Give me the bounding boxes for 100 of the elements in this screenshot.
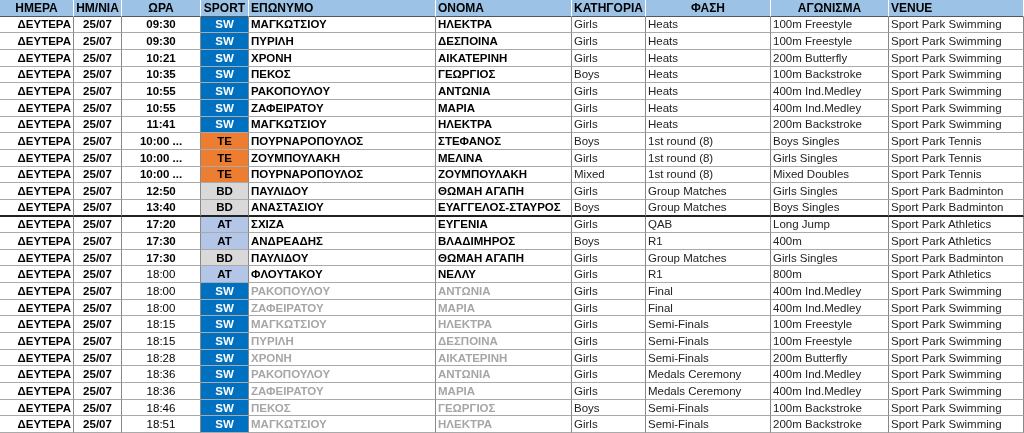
table-cell: Girls (572, 33, 646, 50)
table-cell: R1 (646, 266, 771, 284)
table-cell: 25/07 (74, 83, 122, 100)
sport-code: TE (201, 133, 249, 150)
table-cell: 400m Ind.Medley (771, 83, 889, 100)
table-cell: ΜΑΓΚΩΤΣΙΟΥ (249, 316, 436, 334)
table-cell: Sport Park Swimming (889, 83, 1024, 100)
table-cell: ΑΝΤΩΝΙΑ (436, 83, 572, 100)
table-cell: Medals Ceremony (646, 366, 771, 384)
table-cell: 25/07 (74, 233, 122, 250)
table-cell: ΔΕΥΤΕΡΑ (0, 416, 74, 433)
table-cell: ΔΕΥΤΕΡΑ (0, 233, 74, 250)
table-cell: 400m (771, 233, 889, 250)
table-cell: ΜΑΓΚΩΤΣΙΟΥ (249, 416, 436, 433)
table-cell: ΔΕΣΠΟΙΝΑ (436, 333, 572, 350)
sport-code: SW (201, 316, 249, 334)
table-cell: ΔΕΥΤΕΡΑ (0, 133, 74, 150)
table-cell: ΖΑΦΕΙΡΑΤΟΥ (249, 383, 436, 400)
column-header: ΕΠΩΝΥΜΟ (249, 0, 436, 17)
table-cell: ΑΝΤΩΝΙΑ (436, 283, 572, 300)
table-cell: ΦΛΟΥΤΑΚΟΥ (249, 266, 436, 284)
table-cell: 10:00 ... (122, 133, 201, 150)
sport-code: SW (201, 366, 249, 384)
table-cell: Girls (572, 366, 646, 384)
table-cell: Girls (572, 283, 646, 300)
table-cell: 12:50 (122, 183, 201, 200)
table-cell: Boys Singles (771, 133, 889, 150)
table-cell: ΔΕΥΤΕΡΑ (0, 266, 74, 284)
column-header: ΑΓΩΝΙΣΜΑ (771, 0, 889, 17)
table-cell: 18:15 (122, 333, 201, 350)
table-cell: 25/07 (74, 133, 122, 150)
sport-code: AT (201, 233, 249, 250)
table-cell: Group Matches (646, 183, 771, 200)
sport-code: SW (201, 416, 249, 433)
table-cell: 25/07 (74, 33, 122, 50)
table-cell: Girls (572, 416, 646, 433)
column-header: ΦΑΣΗ (646, 0, 771, 17)
table-cell: Girls (572, 383, 646, 400)
table-cell: ΘΩΜΑΗ ΑΓΑΠΗ (436, 183, 572, 200)
table-cell: Sport Park Swimming (889, 383, 1024, 400)
table-cell: Sport Park Tennis (889, 133, 1024, 150)
table-cell: Sport Park Swimming (889, 333, 1024, 350)
table-cell: ΔΕΥΤΕΡΑ (0, 366, 74, 384)
table-cell: 25/07 (74, 333, 122, 350)
table-cell: 18:00 (122, 283, 201, 300)
table-cell: Final (646, 283, 771, 300)
table-cell: ΠΥΡΙΛΗ (249, 333, 436, 350)
table-cell: 400m Ind.Medley (771, 383, 889, 400)
sport-code: SW (201, 33, 249, 50)
sport-code: SW (201, 83, 249, 100)
table-cell: 25/07 (74, 266, 122, 284)
table-cell: ΠΥΡΙΛΗ (249, 33, 436, 50)
table-cell: ΔΕΥΤΕΡΑ (0, 283, 74, 300)
sport-code: SW (201, 333, 249, 350)
table-cell: ΗΛΕΚΤΡΑ (436, 416, 572, 433)
sport-code: AT (201, 266, 249, 284)
table-cell: Girls (572, 333, 646, 350)
table-cell: ΣΤΕΦΑΝΟΣ (436, 133, 572, 150)
table-cell: ΠΑΥΛΙΔΟΥ (249, 183, 436, 200)
table-cell: ΡΑΚΟΠΟΥΛΟΥ (249, 366, 436, 384)
table-cell: Semi-Finals (646, 333, 771, 350)
table-cell: ΒΛΑΔΙΜΗΡΟΣ (436, 233, 572, 250)
table-cell: Sport Park Swimming (889, 416, 1024, 433)
table-cell: Boys (572, 133, 646, 150)
table-cell: Sport Park Badminton (889, 183, 1024, 200)
table-cell: R1 (646, 233, 771, 250)
table-cell: Sport Park Swimming (889, 366, 1024, 384)
table-cell: 25/07 (74, 383, 122, 400)
table-cell: ΔΕΥΤΕΡΑ (0, 183, 74, 200)
table-cell: 100m Freestyle (771, 333, 889, 350)
table-cell: ΗΛΕΚΤΡΑ (436, 316, 572, 334)
sport-code: SW (201, 383, 249, 400)
table-cell: ΑΝΤΩΝΙΑ (436, 366, 572, 384)
table-cell: Sport Park Swimming (889, 33, 1024, 50)
table-cell: 100m Freestyle (771, 33, 889, 50)
table-cell: Sport Park Athletics (889, 233, 1024, 250)
table-cell: 18:15 (122, 316, 201, 334)
table-cell: Sport Park Swimming (889, 316, 1024, 334)
table-cell: 400m Ind.Medley (771, 283, 889, 300)
table-cell: Sport Park Athletics (889, 266, 1024, 284)
table-cell: 1st round (8) (646, 133, 771, 150)
table-cell: 18:36 (122, 383, 201, 400)
table-cell: 800m (771, 266, 889, 284)
table-cell: Semi-Finals (646, 316, 771, 334)
table-cell: 18:36 (122, 366, 201, 384)
table-cell: Semi-Finals (646, 416, 771, 433)
table-cell: Girls (572, 83, 646, 100)
column-header: ΟΝΟΜΑ (436, 0, 572, 17)
table-cell: ΔΕΥΤΕΡΑ (0, 316, 74, 334)
table-cell: 25/07 (74, 366, 122, 384)
table-cell: 25/07 (74, 183, 122, 200)
table-cell: 25/07 (74, 316, 122, 334)
table-cell: ΑΝΔΡΕΑΔΗΣ (249, 233, 436, 250)
table-cell: ΝΕΛΛΥ (436, 266, 572, 284)
table-cell: Girls (572, 183, 646, 200)
table-cell: 100m Freestyle (771, 316, 889, 334)
column-header: VENUE (889, 0, 1024, 17)
table-cell: 25/07 (74, 416, 122, 433)
table-cell: ΔΕΥΤΕΡΑ (0, 383, 74, 400)
table-cell: 18:51 (122, 416, 201, 433)
